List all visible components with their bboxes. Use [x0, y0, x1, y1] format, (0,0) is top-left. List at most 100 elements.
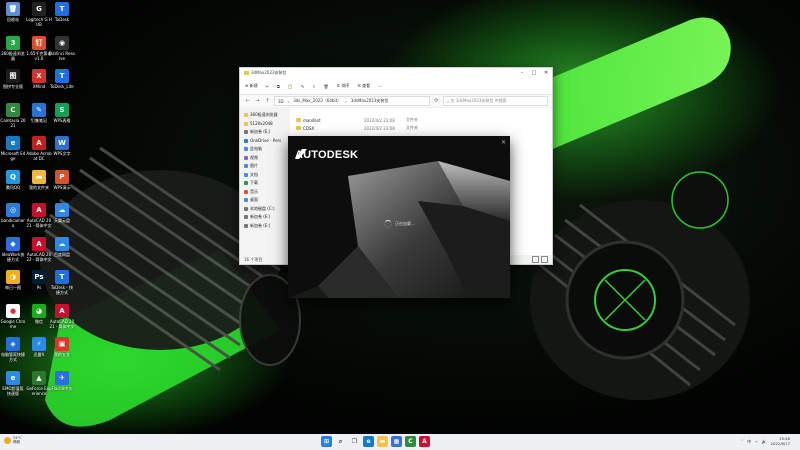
desktop-icon[interactable]: ✈ Flash8中文: [49, 370, 75, 391]
desktop-icon[interactable]: e EMO超值版 快速版: [0, 370, 26, 396]
sidebar-item[interactable]: 文档: [240, 171, 290, 180]
app-icon: 3: [6, 35, 20, 50]
minimize-button[interactable]: –: [516, 70, 528, 76]
desktop-icon[interactable]: ☁ 百度网盘: [49, 236, 75, 257]
desktop-icon[interactable]: W WPS文字: [49, 136, 75, 156]
folder-icon: [244, 71, 249, 75]
sidebar-item-label: 此电脑: [250, 146, 262, 152]
desktop-icon[interactable]: ● Google Chrome: [0, 303, 26, 329]
app-icon: ☁: [55, 236, 69, 251]
sidebar-item[interactable]: 音乐: [240, 188, 290, 197]
desktop-icon[interactable]: C Camtasia 2021: [0, 102, 26, 128]
desktop-icon[interactable]: ◑ 每日一图: [0, 270, 26, 290]
volume-icon[interactable]: 🔊: [762, 439, 767, 444]
file-explorer-icon[interactable]: ▬: [377, 436, 388, 447]
share-icon[interactable]: ⇪: [312, 84, 315, 89]
desktop-icon-label: ToDesk - 快捷方式: [50, 285, 74, 295]
search-input[interactable]: ⌕ 在 3dsMax2023安装包 中搜索: [443, 96, 548, 106]
tiles-view-icon[interactable]: [541, 256, 548, 263]
app-icon: e: [6, 370, 20, 385]
store-icon[interactable]: ▦: [391, 436, 402, 447]
app-icon: ◉: [55, 35, 69, 50]
desktop-icon-label: WPS演示: [53, 184, 71, 190]
close-icon[interactable]: ✕: [501, 139, 506, 146]
desktop-icon[interactable]: ☁ 天翼云盘: [49, 203, 75, 223]
app-icon: T: [55, 270, 69, 284]
taskbar: 34°C 晴朗 ⊞ ⌕ ❐ e ▬ ▦ C A ˄ 中 ⌁ 🔊 19:48 20…: [0, 434, 800, 450]
desktop-icon-label: 电脑管家快捷方式: [1, 352, 25, 362]
file-date: 2022/4/2 23:08: [364, 117, 395, 123]
desktop-icon[interactable]: ◎ bandicamera: [0, 203, 26, 228]
sidebar-item[interactable]: 新加卷 (E:): [240, 128, 290, 137]
app-icon: ◎: [6, 203, 20, 217]
item-count: 16 个项目: [244, 256, 263, 262]
copy-icon[interactable]: ⧉: [277, 84, 280, 89]
network-icon[interactable]: ⌁: [755, 439, 757, 444]
desktop-icon[interactable]: T ToDesk_Lite: [49, 69, 75, 89]
app-icon: A: [32, 136, 46, 150]
sidebar-item-label: 下载: [250, 180, 258, 186]
autocad-icon[interactable]: A: [419, 436, 430, 447]
sidebar-item[interactable]: 新加卷 (E:): [240, 213, 290, 222]
sidebar-item[interactable]: 视频: [240, 154, 290, 163]
folder-icon: [296, 126, 301, 130]
desktop-icon[interactable]: A AutoCAD 2021 - 简体中文: [49, 303, 75, 329]
weather-widget[interactable]: 34°C 晴朗: [4, 436, 22, 444]
desktop-icon-label: Flash8中文: [51, 385, 73, 391]
desktop-icon[interactable]: ◈ 电脑管家快捷方式: [0, 337, 26, 362]
rename-icon[interactable]: ✎: [301, 84, 304, 89]
command-bar: ⊕ 新建 ✂ ⧉ 📋 ✎ ⇪ 🗑 ⇅ 排序 ☰ 查看 ···: [240, 78, 552, 95]
breadcrumb-segment[interactable]: 3ds_Max_2023（64bit）: [293, 98, 341, 104]
details-view-icon[interactable]: [532, 256, 539, 263]
desktop-icon[interactable]: ◆ IdeaWork快捷方式: [0, 236, 26, 262]
sidebar-item[interactable]: 此电脑: [240, 145, 290, 154]
sidebar-item[interactable]: OneDrive - Pers: [240, 137, 290, 146]
explorer-titlebar[interactable]: 3dMax2023安装包 – □ ✕: [240, 68, 552, 78]
address-bar[interactable]: 3D › 3ds_Max_2023（64bit） › 3dsMax2023安装包: [274, 96, 430, 106]
desktop-icon[interactable]: P WPS演示: [49, 169, 75, 190]
sidebar-item[interactable]: 360极速浏览器: [240, 111, 290, 120]
desktop-icon[interactable]: 🗑 回收站: [0, 2, 26, 22]
desktop-icon[interactable]: S WPS表格: [49, 102, 75, 123]
desktop-icon[interactable]: T ToDesk: [49, 2, 75, 22]
sidebar-item[interactable]: 5120x2048: [240, 120, 290, 129]
desktop-icon[interactable]: ▣ 我的五金: [49, 337, 75, 357]
paste-icon[interactable]: 📋: [288, 84, 293, 89]
file-row[interactable]: manifest 2022/4/2 23:08 文件夹: [290, 116, 552, 124]
camtasia-icon[interactable]: C: [405, 436, 416, 447]
desktop-icon[interactable]: Q 腾讯QQ: [0, 169, 26, 190]
breadcrumb-segment[interactable]: 3dsMax2023安装包: [351, 98, 389, 104]
sidebar-item[interactable]: 桌面: [240, 196, 290, 205]
desktop-icon[interactable]: 图图拼专业版: [0, 69, 26, 89]
sidebar-item[interactable]: 下载: [240, 179, 290, 188]
desktop-icon[interactable]: e Microsoft Edge: [0, 136, 26, 161]
file-row[interactable]: CDSX 2022/4/2 23:08 文件夹: [290, 124, 552, 132]
search-icon[interactable]: ⌕: [335, 436, 346, 447]
desktop-icon[interactable]: 3 360极速浏览器: [0, 35, 26, 61]
sidebar-item[interactable]: 图片: [240, 162, 290, 171]
breadcrumb-segment[interactable]: 3D: [278, 99, 284, 104]
clock[interactable]: 19:48 2022/6/17: [771, 436, 790, 446]
edge-icon[interactable]: e: [363, 436, 374, 447]
new-button[interactable]: ⊕ 新建: [245, 83, 258, 89]
more-icon[interactable]: ···: [378, 84, 382, 89]
language-indicator[interactable]: 中: [747, 439, 751, 445]
start-button[interactable]: ⊞: [321, 436, 332, 447]
sidebar-item[interactable]: 新加卷 (E:): [240, 222, 290, 231]
refresh-icon[interactable]: ⟳: [433, 98, 440, 104]
chevron-up-icon[interactable]: ˄: [741, 439, 743, 444]
view-button[interactable]: ☰ 查看: [357, 83, 370, 89]
forward-icon[interactable]: →: [254, 98, 261, 104]
sort-button[interactable]: ⇅ 排序: [337, 83, 350, 89]
back-icon[interactable]: ←: [244, 98, 251, 104]
desktop-icon[interactable]: ◉ DaVinci Resolve: [49, 35, 75, 61]
desktop-icon[interactable]: T ToDesk - 快捷方式: [49, 270, 75, 295]
autodesk-logo: AUTODESK: [295, 149, 359, 161]
close-button[interactable]: ✕: [540, 70, 552, 76]
up-icon[interactable]: ↑: [264, 98, 271, 104]
cut-icon[interactable]: ✂: [266, 84, 269, 89]
maximize-button[interactable]: □: [528, 70, 540, 76]
sidebar-item[interactable]: 本地磁盘 (C:): [240, 205, 290, 214]
task-view-icon[interactable]: ❐: [349, 436, 360, 447]
delete-icon[interactable]: 🗑: [324, 84, 329, 89]
